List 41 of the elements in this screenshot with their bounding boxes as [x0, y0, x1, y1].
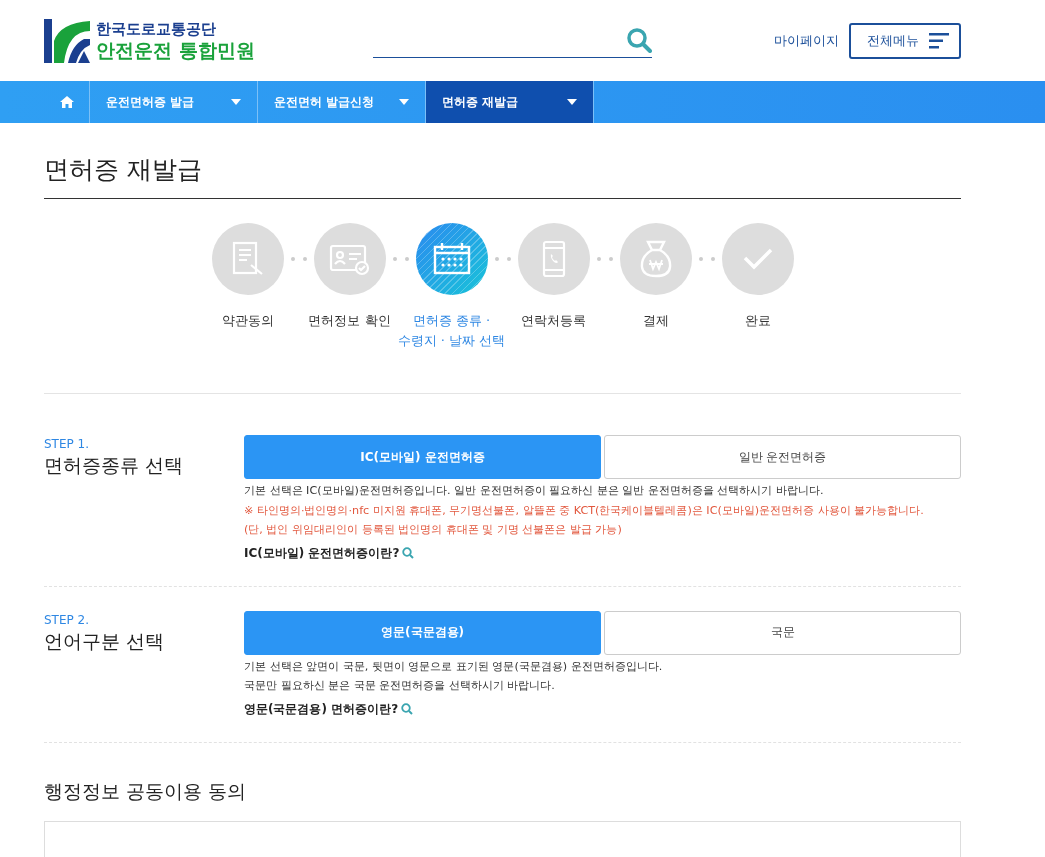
all-menu-button[interactable]: 전체메뉴	[849, 22, 961, 59]
caret-icon	[231, 99, 241, 105]
search-icon[interactable]	[401, 703, 414, 715]
document-icon	[230, 241, 265, 277]
checkmark-icon	[742, 248, 773, 270]
menu-icon	[929, 32, 949, 49]
option-button[interactable]: 일반 운전면허증	[604, 435, 961, 479]
home-icon	[59, 96, 74, 108]
section-title: 면허증종류 선택	[44, 453, 185, 478]
description-text: 기본 선택은 앞면이 국문, 뒷면이 영문으로 표기된 영문(국문겸용) 운전면허증입니다.	[244, 658, 664, 675]
breadcrumb-menu[interactable]: 면허증 재발급	[426, 81, 594, 123]
warning-text: ※ 타인명의·법인명의·nfc 미지원 휴대폰, 무기명선불폰, 알뜰폰 중 KCT(한국케이블텔레콤)은 IC(모바일)운전면허증 사용이 불가능합니다.	[244, 502, 925, 519]
step-label: 면허정보 확인	[308, 312, 391, 330]
section-title: 언어구분 선택	[44, 628, 166, 654]
step-number: STEP 1.	[44, 437, 91, 451]
step-label: 면허증 종류 · 수령지 · 날짜 선택	[397, 312, 506, 350]
mypage-link[interactable]: 마이페이지	[774, 31, 839, 50]
step-label: 연락처등록	[521, 312, 586, 330]
page-title: 면허증 재발급	[44, 123, 961, 199]
warning-text: (단, 법인 위임대리인이 등록된 법인명의 휴대폰 및 기명 선불폰은 발급 가능)	[244, 522, 623, 538]
description-text: 국문만 필요하신 분은 국문 운전면허증을 선택하시기 바랍니다.	[244, 678, 556, 694]
logo-icon	[44, 18, 90, 63]
step-label: 결제	[642, 312, 669, 330]
description-text: 기본 선택은 IC(모바일)운전면허증입니다. 일반 운전면허증이 필요하신 분은 일반 운전면허증을 선택하시기 바랍니다.	[244, 483, 825, 499]
info-link[interactable]: 영문(국문겸용) 면허증이란?	[244, 700, 399, 718]
info-link[interactable]: IC(모바일) 운전면허증이란?	[244, 544, 400, 562]
phone-icon	[541, 240, 566, 278]
id-card-icon	[328, 242, 371, 276]
search-icon[interactable]	[625, 27, 652, 53]
search-icon[interactable]	[402, 547, 415, 559]
step-number: STEP 2.	[44, 612, 91, 627]
organization-name: 한국도로교통공단	[96, 19, 217, 38]
section-title: 행정정보 공동이용 동의	[44, 778, 248, 804]
caret-icon	[567, 99, 577, 105]
caret-icon	[399, 99, 409, 105]
step-label: 약관동의	[221, 312, 274, 330]
service-name: 안전운전 통합민원	[96, 37, 255, 62]
option-button[interactable]: 국문	[604, 610, 961, 655]
step-label: 완료	[744, 312, 771, 330]
money-bag-icon	[638, 240, 673, 278]
calendar-icon	[431, 242, 472, 276]
